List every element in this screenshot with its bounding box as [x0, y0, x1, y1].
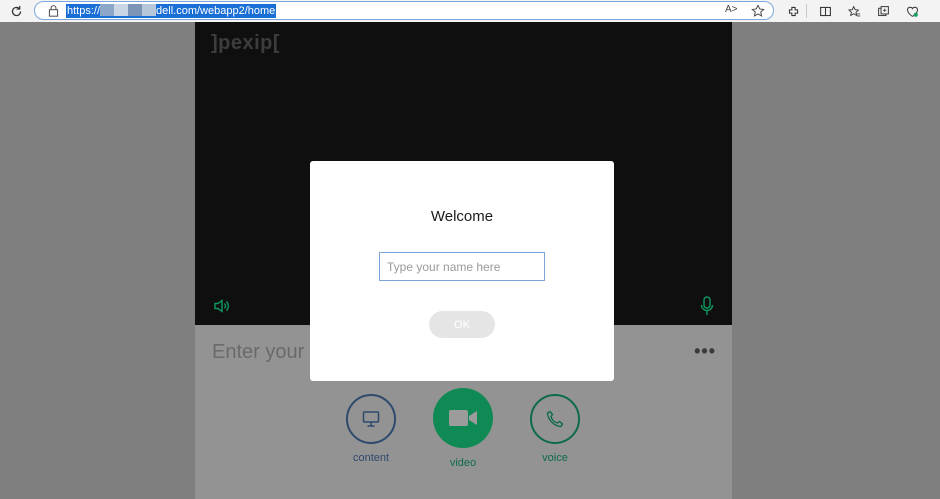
read-aloud-icon[interactable]: A˃ — [725, 4, 739, 18]
video-button[interactable] — [433, 388, 493, 448]
extensions-icon[interactable] — [785, 3, 801, 19]
monitor-icon — [362, 411, 380, 427]
collections-icon[interactable] — [875, 3, 891, 19]
video-label: video — [449, 457, 477, 469]
name-input[interactable] — [379, 252, 545, 281]
url-text[interactable]: https:// dell.com/webapp2/home — [66, 4, 277, 18]
voice-button[interactable] — [530, 394, 580, 444]
lock-icon[interactable] — [47, 4, 60, 17]
more-options-button[interactable]: ••• — [694, 341, 716, 362]
welcome-dialog: Welcome OK — [310, 161, 614, 381]
video-camera-icon — [449, 410, 477, 426]
pexip-logo: ]pexip[ — [211, 32, 281, 54]
favorite-star-icon[interactable] — [751, 4, 765, 18]
url-prefix: https:// — [67, 5, 101, 17]
microphone-icon[interactable] — [700, 296, 714, 316]
ok-button[interactable]: OK — [429, 311, 495, 338]
voice-label: voice — [542, 452, 568, 464]
redacted-domain — [100, 4, 157, 16]
toolbar-divider — [806, 4, 807, 18]
content-button[interactable] — [346, 394, 396, 444]
name-placeholder-text: Enter your — [212, 341, 305, 363]
browser-essentials-icon[interactable] — [904, 3, 920, 19]
content-label: content — [352, 452, 390, 464]
refresh-icon[interactable] — [8, 3, 24, 19]
dialog-title: Welcome — [430, 208, 494, 225]
address-bar[interactable]: https:// dell.com/webapp2/home A˃ — [34, 1, 774, 20]
url-suffix: dell.com/webapp2/home — [156, 5, 276, 17]
speaker-icon[interactable] — [213, 298, 231, 314]
favorites-icon[interactable] — [846, 3, 862, 19]
browser-toolbar: https:// dell.com/webapp2/home A˃ — [0, 0, 940, 23]
split-screen-icon[interactable] — [817, 3, 833, 19]
phone-icon — [546, 410, 564, 428]
